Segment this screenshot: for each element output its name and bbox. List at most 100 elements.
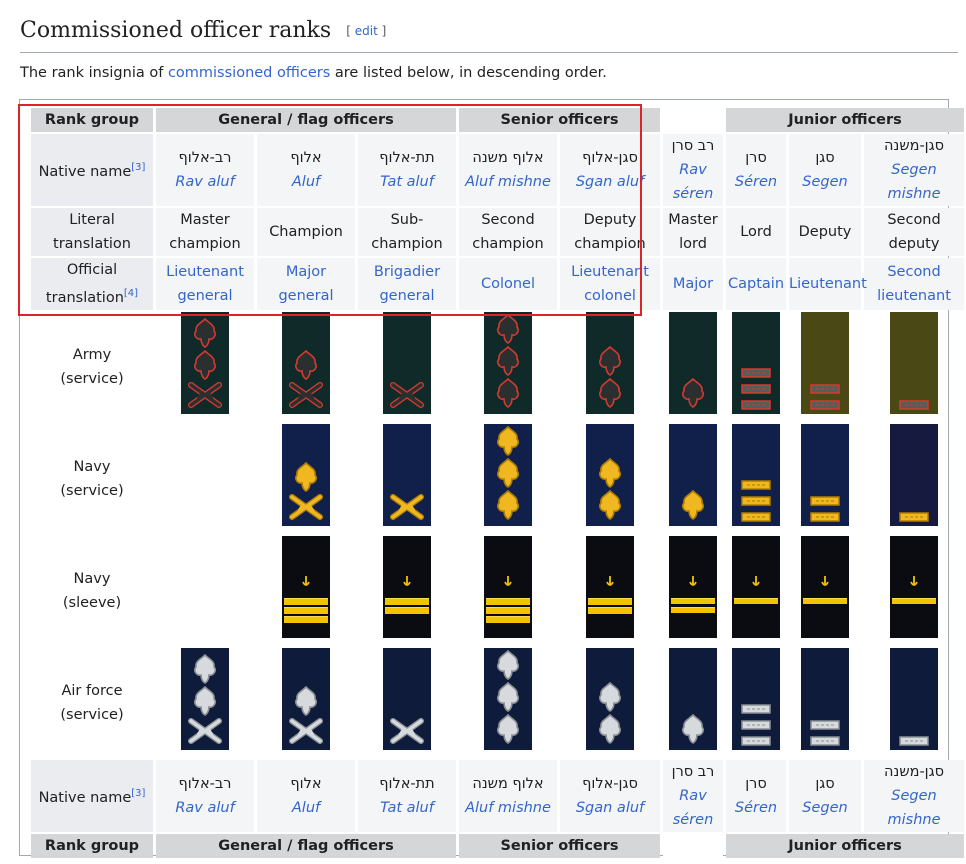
insignia-cell: [156, 312, 254, 422]
ref-3[interactable]: [3]: [131, 788, 145, 799]
insignia-cell: [864, 536, 964, 646]
transliteration: Sgan aluf: [575, 174, 645, 190]
official-translation-link[interactable]: Lieutenant general: [166, 264, 244, 304]
group-gap: [663, 108, 724, 132]
sleeve-stripe: [892, 598, 937, 604]
hebrew-name: רב סרן: [671, 138, 715, 154]
sleeve-stripe: [284, 598, 328, 605]
group-general: General / flag officers: [156, 834, 456, 858]
literal-translation: Deputy: [798, 224, 852, 240]
hebrew-name: רב סרן: [671, 764, 715, 780]
ref-3[interactable]: [3]: [131, 162, 145, 173]
rank-table-container: Rank group General / flag officers Senior …: [19, 99, 965, 858]
official-translation-link[interactable]: Brigadier general: [374, 264, 440, 304]
native-name-cell: אלוף Aluf: [257, 760, 355, 832]
section-title: Commissioned officer ranks: [20, 18, 332, 43]
insignia-cell: [663, 648, 723, 758]
hebrew-name: סגן-אלוף: [582, 776, 638, 792]
rank-insignia: [484, 648, 532, 750]
transliteration: Segen mishne: [887, 162, 941, 202]
insignia-row-label-cell: Army (service): [31, 312, 153, 422]
ref-4[interactable]: [4]: [124, 288, 138, 299]
insignia-cell: [663, 424, 723, 534]
official-cell: Captain: [726, 258, 787, 310]
insignia-row-label: Navy (sleeve): [62, 571, 122, 611]
literal-label: Literal translation: [53, 212, 131, 252]
official-translation-link[interactable]: Captain: [728, 276, 784, 292]
group-general-text: General / flag officers: [218, 112, 394, 128]
sleeve-stripe: [671, 607, 716, 613]
rank-insignia: [669, 424, 718, 526]
rank-bar-icon: [810, 714, 840, 738]
hebrew-name: סגן-משנה: [884, 138, 945, 154]
hebrew-name: אלוף משנה: [472, 150, 544, 166]
sleeve-stripe: [671, 598, 716, 604]
native-name-cell: אלוף משנה Aluf mishne: [459, 760, 557, 832]
rank-bar-icon: [741, 362, 771, 386]
insignia-cell: [864, 312, 964, 422]
native-name-cell: סגן Segen: [789, 760, 862, 832]
transliteration: Aluf mishne: [465, 174, 551, 190]
insignia-cell: [156, 424, 254, 534]
edit-link[interactable]: edit: [355, 24, 378, 38]
official-translation-link[interactable]: Second lieutenant: [877, 264, 951, 304]
official-translation-link[interactable]: Colonel: [481, 276, 535, 292]
native-name-cell: רב-אלוף Rav aluf: [156, 760, 254, 832]
transliteration: Tat aluf: [380, 174, 434, 190]
literal-translation: Master lord: [668, 212, 718, 252]
insignia-cell: [257, 648, 355, 758]
insignia-row: Navy (sleeve): [31, 536, 964, 646]
rank-bar-icon: [810, 378, 840, 402]
hebrew-name: תת-אלוף: [379, 150, 435, 166]
official-label: Official translation: [45, 262, 124, 306]
oak-leaf-icon: [495, 425, 521, 464]
rank-bar-icon: [741, 698, 771, 722]
group-general: General / flag officers: [156, 108, 456, 132]
literal-cell: Lord: [726, 208, 787, 256]
commissioned-officers-link[interactable]: commissioned officers: [168, 65, 330, 81]
sleeve-stripe: [734, 598, 779, 604]
oak-leaf-icon: [293, 349, 319, 388]
native-name-label: Native name: [38, 164, 132, 180]
hebrew-name: תת-אלוף: [379, 776, 435, 792]
rank-insignia: [181, 312, 229, 414]
insignia-cell: [358, 536, 456, 646]
rank-insignia: [801, 648, 850, 750]
sleeve-stripe: [486, 616, 530, 623]
transliteration: Segen: [802, 174, 848, 190]
official-translation-link[interactable]: Major: [673, 276, 713, 292]
rank-insignia: [890, 536, 939, 638]
literal-translation: Champion: [269, 224, 343, 240]
insignia-row-label: Air force (service): [60, 683, 124, 723]
official-translation-link[interactable]: Major general: [278, 264, 333, 304]
native-name-cell: סגן-אלוף Sgan aluf: [560, 760, 661, 832]
native-name-cell: תת-אלוף Tat aluf: [358, 760, 456, 832]
sleeve-emblem-icon: [751, 572, 761, 596]
transliteration: Rav séren: [672, 162, 714, 202]
group-header-row: Rank group General / flag officers Senior …: [31, 108, 965, 132]
transliteration: Rav aluf: [175, 800, 235, 816]
official-translation-link[interactable]: Lieutenant colonel: [571, 264, 649, 304]
literal-cell: Deputy champion: [560, 208, 661, 256]
rank-bar-icon: [899, 730, 929, 754]
group-senior-text: Senior officers: [500, 838, 619, 854]
insignia-cell: [459, 424, 557, 534]
literal-cell: Deputy: [789, 208, 862, 256]
rank-insignia: [383, 424, 431, 526]
group-footer-row: Rank group General / flag officers Senior …: [31, 834, 965, 858]
rank-insignia: [282, 424, 330, 526]
rank-group-text: Rank group: [44, 112, 140, 128]
oak-leaf-icon: [597, 345, 623, 384]
insignia-cell: [726, 424, 786, 534]
rank-insignia: [890, 312, 939, 414]
transliteration: Sgan aluf: [575, 800, 645, 816]
rank-insignia: [383, 312, 431, 414]
rank-insignia: [732, 312, 781, 414]
official-translation-link[interactable]: Lieutenant: [789, 276, 867, 292]
hebrew-name: סגן-אלוף: [582, 150, 638, 166]
edit-section: [ edit ]: [346, 24, 387, 38]
oak-leaf-icon: [680, 377, 706, 416]
insignia-row-label-cell: Air force (service): [31, 648, 153, 758]
transliteration: Tat aluf: [380, 800, 434, 816]
insignia-cell: [257, 424, 355, 534]
